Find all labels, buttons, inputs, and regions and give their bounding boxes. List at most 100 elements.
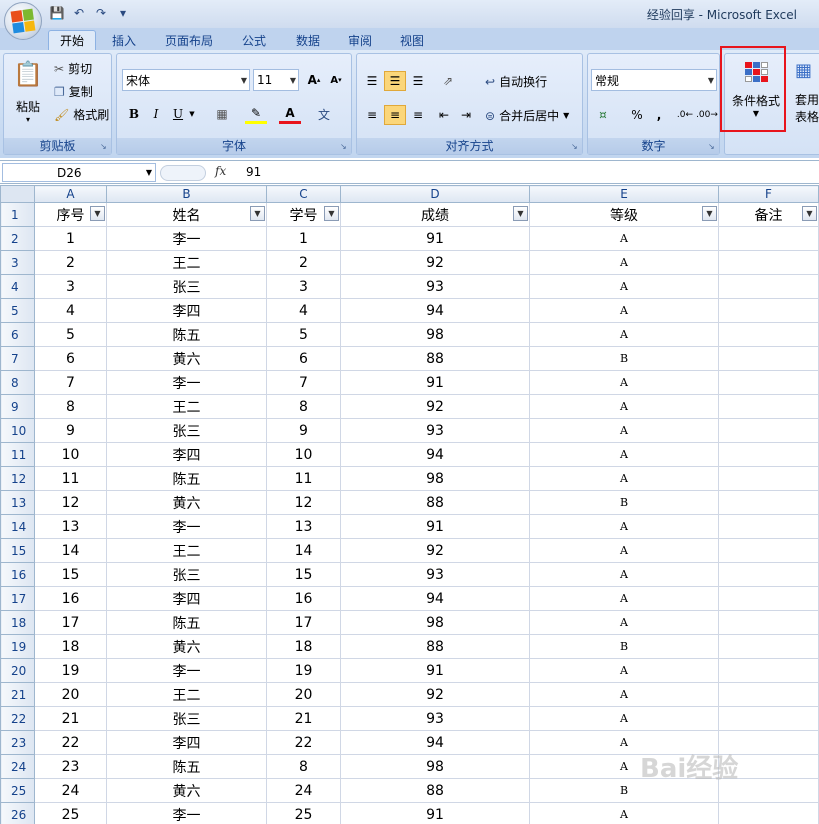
align-left-icon[interactable]: ≡: [361, 105, 383, 125]
table-cell[interactable]: A: [529, 562, 719, 587]
table-cell[interactable]: A: [529, 610, 719, 635]
redo-icon[interactable]: ↷: [92, 4, 110, 22]
table-cell[interactable]: 1: [266, 226, 341, 251]
row-header[interactable]: 3: [0, 250, 35, 275]
table-cell[interactable]: [718, 418, 819, 443]
row-header[interactable]: 22: [0, 706, 35, 731]
table-cell[interactable]: 94: [340, 730, 530, 755]
tab-page-layout[interactable]: 页面布局: [156, 30, 222, 50]
table-cell[interactable]: A: [529, 418, 719, 443]
table-cell[interactable]: 李一: [106, 658, 267, 683]
table-cell[interactable]: [718, 682, 819, 707]
table-cell[interactable]: 陈五: [106, 754, 267, 779]
row-header[interactable]: 16: [0, 562, 35, 587]
table-cell[interactable]: [718, 226, 819, 251]
row-header[interactable]: 21: [0, 682, 35, 707]
format-painter-button[interactable]: 🖌 格式刷: [54, 106, 109, 123]
table-cell[interactable]: 李四: [106, 298, 267, 323]
column-header-e[interactable]: E: [529, 185, 719, 203]
tab-view[interactable]: 视图: [392, 30, 432, 50]
table-cell[interactable]: 17: [266, 610, 341, 635]
row-header[interactable]: 26: [0, 802, 35, 824]
orientation-icon[interactable]: ⇗: [437, 71, 459, 91]
table-cell[interactable]: A: [529, 514, 719, 539]
table-cell[interactable]: A: [529, 370, 719, 395]
table-cell[interactable]: 张三: [106, 706, 267, 731]
table-cell[interactable]: B: [529, 346, 719, 371]
table-cell[interactable]: [718, 250, 819, 275]
filter-dropdown-icon[interactable]: ▼: [513, 206, 528, 221]
table-cell[interactable]: 13: [34, 514, 107, 539]
table-cell[interactable]: 16: [266, 586, 341, 611]
table-cell[interactable]: 88: [340, 346, 530, 371]
table-cell[interactable]: [718, 322, 819, 347]
table-cell[interactable]: 张三: [106, 418, 267, 443]
percent-button[interactable]: %: [626, 105, 648, 125]
table-cell[interactable]: 5: [266, 322, 341, 347]
table-cell[interactable]: 李一: [106, 802, 267, 824]
header-cell[interactable]: 姓名 ▼: [106, 202, 267, 227]
align-right-icon[interactable]: ≡: [407, 105, 429, 125]
table-cell[interactable]: 14: [266, 538, 341, 563]
row-header[interactable]: 8: [0, 370, 35, 395]
table-cell[interactable]: 4: [34, 298, 107, 323]
table-cell[interactable]: [718, 370, 819, 395]
filter-dropdown-icon[interactable]: ▼: [802, 206, 817, 221]
table-cell[interactable]: 25: [34, 802, 107, 824]
row-header[interactable]: 11: [0, 442, 35, 467]
table-cell[interactable]: 18: [266, 634, 341, 659]
table-cell[interactable]: A: [529, 250, 719, 275]
insert-function-icon[interactable]: fx: [215, 164, 226, 178]
table-cell[interactable]: [718, 514, 819, 539]
fill-color-icon[interactable]: ✎: [245, 104, 267, 124]
row-header[interactable]: 18: [0, 610, 35, 635]
comma-button[interactable]: ,: [648, 105, 670, 125]
table-cell[interactable]: 李四: [106, 586, 267, 611]
merge-center-button[interactable]: ⊜ 合并后居中 ▼: [485, 107, 569, 124]
table-cell[interactable]: 93: [340, 418, 530, 443]
row-header[interactable]: 19: [0, 634, 35, 659]
table-cell[interactable]: 4: [266, 298, 341, 323]
phonetic-guide-button[interactable]: 文: [313, 104, 335, 124]
wrap-text-button[interactable]: ↩ 自动换行: [485, 73, 547, 90]
number-format-select[interactable]: 常规 ▼: [591, 69, 717, 91]
clipboard-launcher-icon[interactable]: ↘: [100, 143, 109, 152]
table-cell[interactable]: 5: [34, 322, 107, 347]
cut-button[interactable]: ✂ 剪切: [54, 60, 92, 77]
increase-decimal-icon[interactable]: .0←: [674, 105, 696, 125]
row-header[interactable]: 24: [0, 754, 35, 779]
column-header-f[interactable]: F: [718, 185, 819, 203]
table-cell[interactable]: 3: [34, 274, 107, 299]
table-cell[interactable]: 2: [34, 250, 107, 275]
row-header[interactable]: 1: [0, 202, 35, 227]
align-middle-icon[interactable]: ☰: [384, 71, 406, 91]
row-header[interactable]: 9: [0, 394, 35, 419]
table-cell[interactable]: 18: [34, 634, 107, 659]
table-cell[interactable]: [718, 346, 819, 371]
customize-qat-icon[interactable]: ▾: [114, 4, 132, 22]
table-cell[interactable]: 98: [340, 466, 530, 491]
bold-button[interactable]: B: [123, 104, 145, 124]
shrink-font-button[interactable]: A ▾: [325, 70, 347, 90]
copy-button[interactable]: ❐ 复制: [54, 83, 93, 100]
table-cell[interactable]: 李一: [106, 370, 267, 395]
table-cell[interactable]: 王二: [106, 250, 267, 275]
table-cell[interactable]: 8: [266, 754, 341, 779]
table-cell[interactable]: 93: [340, 562, 530, 587]
table-cell[interactable]: 黄六: [106, 346, 267, 371]
column-header-b[interactable]: B: [106, 185, 267, 203]
table-cell[interactable]: 94: [340, 442, 530, 467]
row-header[interactable]: 2: [0, 226, 35, 251]
formula-value[interactable]: 91: [246, 165, 261, 179]
name-box[interactable]: D26 ▼: [2, 163, 156, 182]
font-color-button[interactable]: A: [279, 104, 301, 124]
row-header[interactable]: 5: [0, 298, 35, 323]
row-header[interactable]: 13: [0, 490, 35, 515]
filter-dropdown-icon[interactable]: ▼: [90, 206, 105, 221]
table-cell[interactable]: 24: [34, 778, 107, 803]
header-cell[interactable]: 成绩 ▼: [340, 202, 530, 227]
table-cell[interactable]: [718, 562, 819, 587]
grow-font-button[interactable]: A ▴: [303, 70, 325, 90]
tab-data[interactable]: 数据: [286, 30, 330, 50]
table-cell[interactable]: 6: [34, 346, 107, 371]
